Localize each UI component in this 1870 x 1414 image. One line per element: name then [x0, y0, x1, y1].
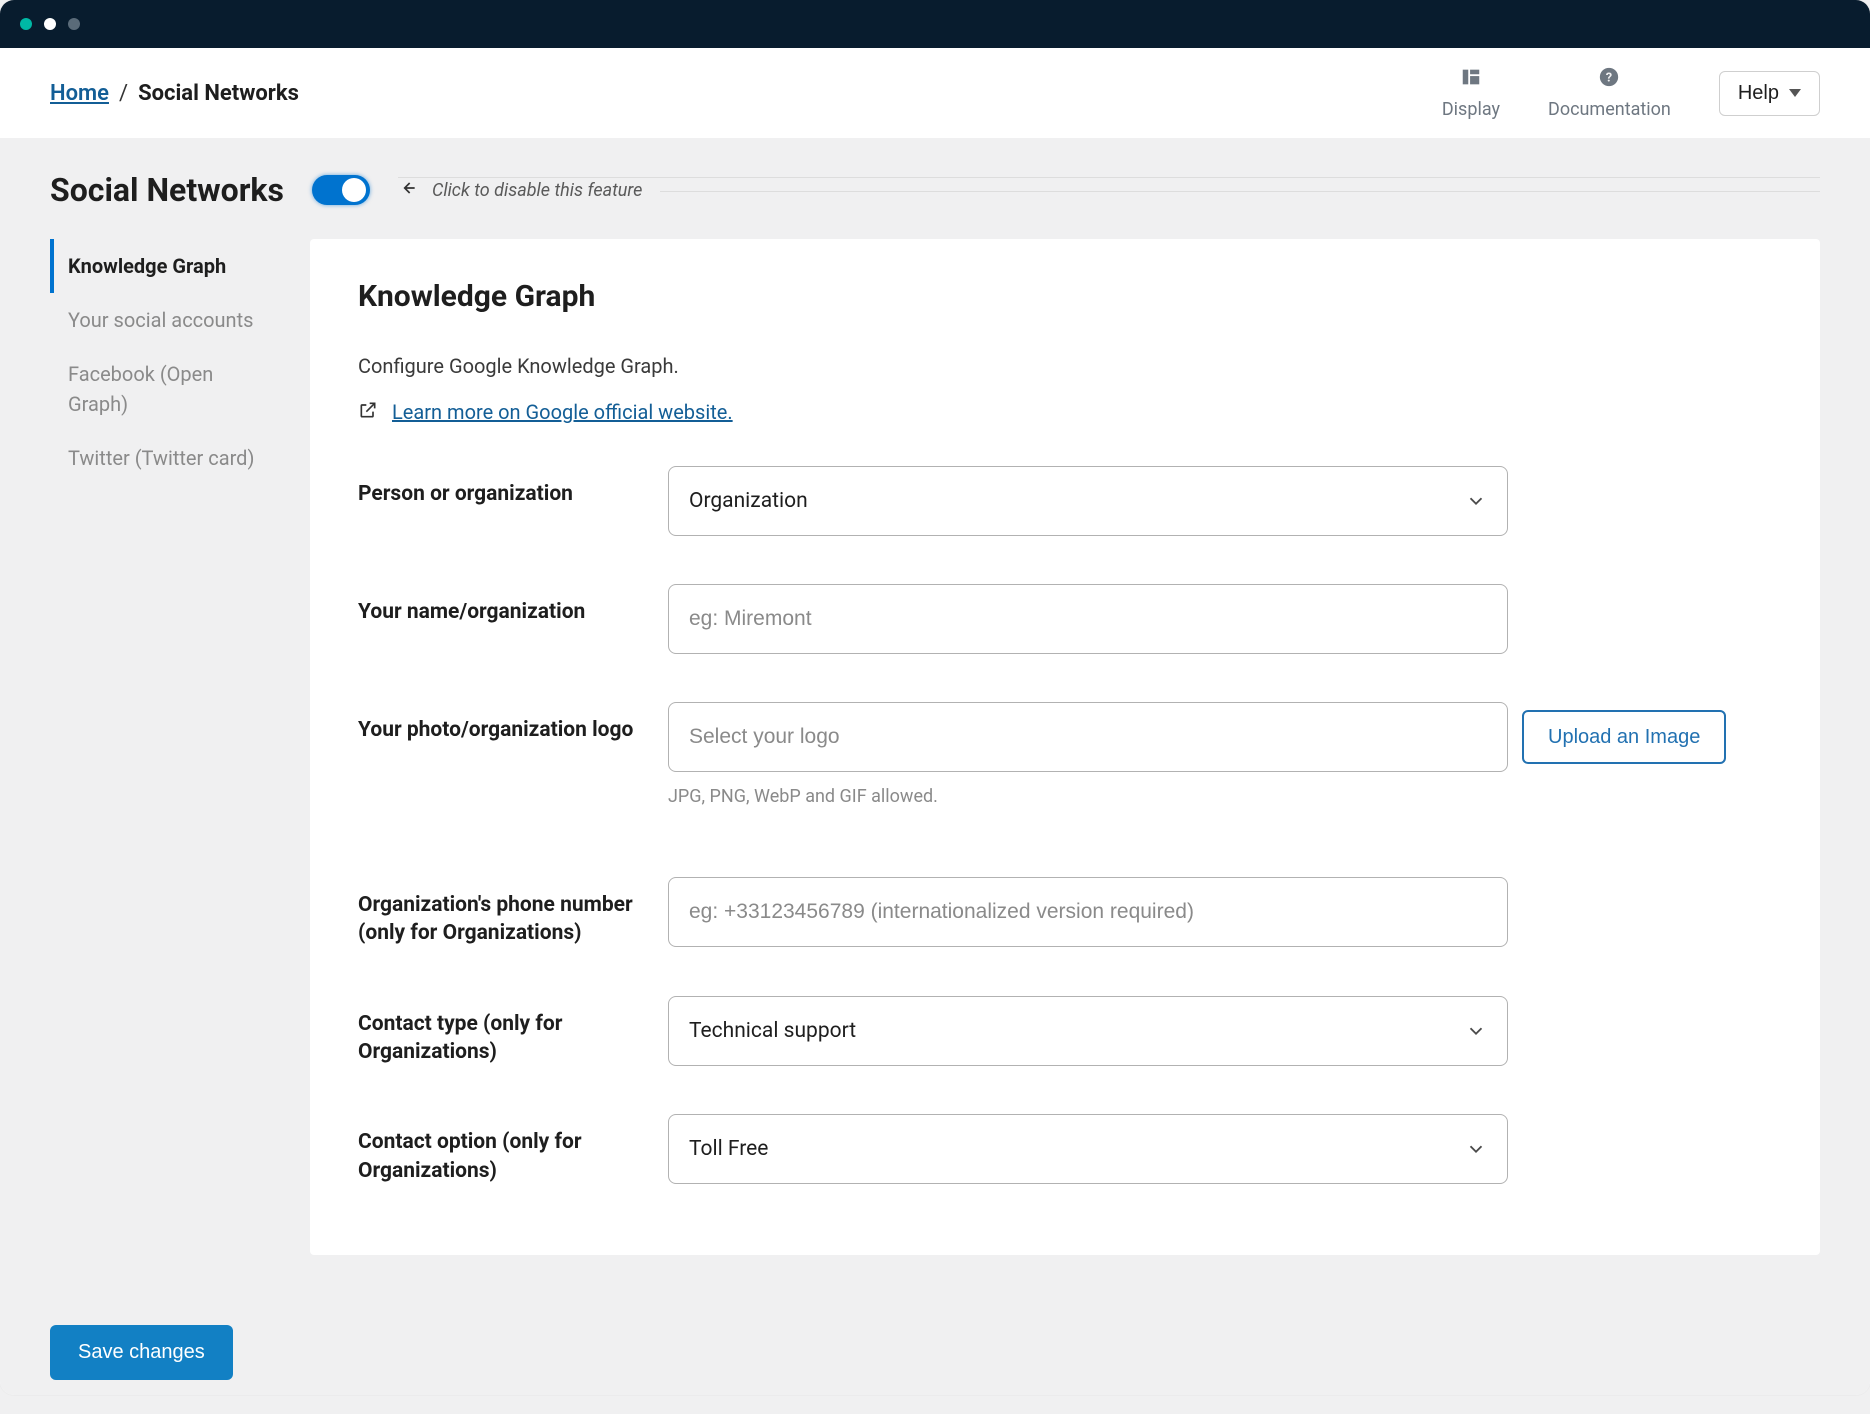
field-label: Contact type (only for Organizations) [358, 996, 648, 1067]
contact-type-select[interactable]: Technical support [668, 996, 1508, 1066]
chevron-down-icon [1789, 89, 1801, 97]
sidebar-item-label: Knowledge Graph [68, 254, 226, 278]
settings-panel: Knowledge Graph Configure Google Knowled… [310, 239, 1820, 1255]
app-window: Home / Social Networks Display ? Documen… [0, 0, 1870, 1395]
display-icon [1460, 66, 1482, 93]
logo-hint: JPG, PNG, WebP and GIF allowed. [668, 786, 1726, 807]
arrow-left-icon [398, 178, 418, 203]
toggle-hint-text: Click to disable this feature [432, 180, 642, 201]
field-name-organization: Your name/organization [358, 584, 1772, 654]
logo-path-input[interactable] [668, 702, 1508, 772]
chevron-down-icon [1465, 490, 1487, 512]
save-changes-button[interactable]: Save changes [50, 1325, 233, 1380]
topbar: Home / Social Networks Display ? Documen… [0, 48, 1870, 139]
help-dropdown-label: Help [1738, 82, 1779, 105]
topnav-documentation[interactable]: ? Documentation [1548, 66, 1671, 120]
help-dropdown[interactable]: Help [1719, 71, 1820, 116]
save-bar: Save changes [50, 1325, 233, 1380]
traffic-dot [44, 18, 56, 30]
chevron-down-icon [1465, 1138, 1487, 1160]
field-person-or-organization: Person or organization Organization [358, 466, 1772, 536]
organization-phone-input[interactable] [668, 877, 1508, 947]
field-label: Contact option (only for Organizations) [358, 1114, 648, 1185]
traffic-dot [20, 18, 32, 30]
help-circle-icon: ? [1598, 66, 1620, 93]
learn-more-row: Learn more on Google official website. [358, 400, 1772, 424]
sidebar-item-social-accounts[interactable]: Your social accounts [50, 293, 270, 347]
sidebar-item-label: Facebook (Open Graph) [68, 362, 213, 416]
field-label: Organization's phone number (only for Or… [358, 877, 648, 948]
name-organization-input[interactable] [668, 584, 1508, 654]
feature-toggle[interactable] [312, 175, 370, 205]
field-contact-type: Contact type (only for Organizations) Te… [358, 996, 1772, 1067]
window-traffic-lights [20, 18, 80, 30]
breadcrumb-home-link[interactable]: Home [50, 81, 109, 106]
field-label: Your photo/organization logo [358, 702, 648, 744]
window-titlebar [0, 0, 1870, 48]
panel-heading: Knowledge Graph [358, 279, 1772, 314]
breadcrumb-current: Social Networks [138, 81, 299, 106]
select-value: Toll Free [689, 1137, 768, 1161]
topbar-right: Display ? Documentation Help [1442, 66, 1820, 120]
chevron-down-icon [1465, 1020, 1487, 1042]
breadcrumb-separator: / [119, 81, 128, 106]
select-value: Organization [689, 489, 808, 513]
sidebar-item-twitter[interactable]: Twitter (Twitter card) [50, 431, 270, 485]
upload-image-button[interactable]: Upload an Image [1522, 710, 1726, 764]
field-phone: Organization's phone number (only for Or… [358, 877, 1772, 948]
page-body: Social Networks Click to disable this fe… [0, 139, 1870, 1395]
sidebar-item-knowledge-graph[interactable]: Knowledge Graph [50, 239, 270, 293]
traffic-dot [68, 18, 80, 30]
settings-sidebar: Knowledge Graph Your social accounts Fac… [50, 239, 270, 485]
main-layout: Knowledge Graph Your social accounts Fac… [50, 239, 1820, 1255]
topnav-display[interactable]: Display [1442, 66, 1500, 120]
topnav-documentation-label: Documentation [1548, 99, 1671, 120]
contact-option-select[interactable]: Toll Free [668, 1114, 1508, 1184]
field-contact-option: Contact option (only for Organizations) … [358, 1114, 1772, 1185]
page-title: Social Networks [50, 171, 284, 209]
field-logo: Your photo/organization logo Upload an I… [358, 702, 1772, 807]
sidebar-item-facebook[interactable]: Facebook (Open Graph) [50, 347, 270, 431]
breadcrumb: Home / Social Networks [50, 81, 299, 106]
external-link-icon [358, 400, 378, 424]
sidebar-item-label: Twitter (Twitter card) [68, 446, 254, 470]
topnav-display-label: Display [1442, 99, 1500, 120]
person-or-organization-select[interactable]: Organization [668, 466, 1508, 536]
learn-more-link[interactable]: Learn more on Google official website. [392, 400, 733, 424]
panel-description: Configure Google Knowledge Graph. [358, 354, 1772, 378]
field-label: Person or organization [358, 466, 648, 508]
field-label: Your name/organization [358, 584, 648, 626]
toggle-hint: Click to disable this feature [398, 177, 1820, 203]
page-header: Social Networks Click to disable this fe… [50, 171, 1820, 209]
sidebar-item-label: Your social accounts [68, 308, 253, 332]
select-value: Technical support [689, 1019, 856, 1043]
svg-text:?: ? [1606, 71, 1612, 86]
toggle-knob [342, 178, 366, 202]
